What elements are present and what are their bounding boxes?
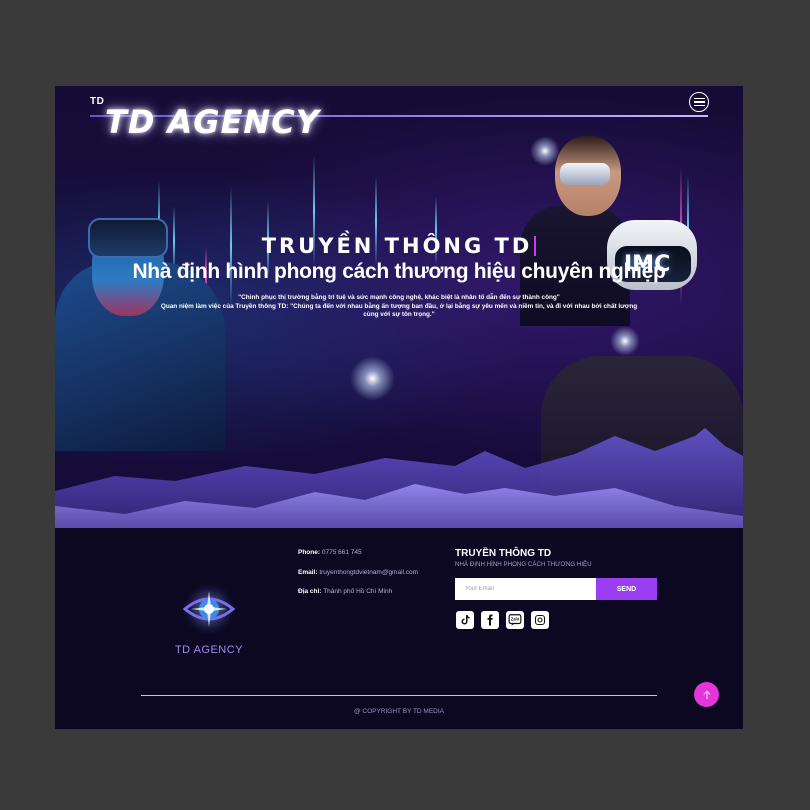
email-label: Email: (298, 569, 318, 576)
footer-divider (141, 695, 657, 696)
footer-brand-tagline: NHÀ ĐỊNH HÌNH PHONG CÁCH THƯƠNG HIỆU (455, 561, 592, 568)
light-flare (530, 136, 560, 166)
instagram-icon[interactable] (531, 611, 549, 629)
hero-quote: cùng với sự tôn trọng." (363, 311, 435, 318)
arrow-up-icon (703, 690, 710, 699)
light-flare (350, 356, 395, 401)
copyright-text: @ COPYRIGHT BY TD MEDIA (353, 708, 445, 715)
light-flare (610, 326, 640, 356)
zalo-icon[interactable]: Zalo (506, 611, 524, 629)
mountain-waves (55, 428, 743, 556)
newsletter-email-input[interactable] (455, 578, 596, 600)
menu-bar (693, 97, 705, 100)
footer-brand-title: TRUYỀN THÔNG TD (455, 548, 552, 559)
tiktok-glyph (461, 615, 470, 625)
email-value[interactable]: truyenthongtdvietnam@gmail.com (319, 569, 418, 576)
contact-address: Địa chỉ: Thành phố Hồ Chí Minh (298, 588, 392, 595)
hamburger-menu-icon[interactable] (689, 92, 709, 112)
eye-logo-icon (182, 583, 236, 635)
ar-visor (560, 163, 610, 185)
typing-cursor (534, 236, 537, 256)
hero-subtitle: Nhà định hình phong cách thương hiệu chu… (132, 260, 666, 283)
tiktok-icon[interactable] (456, 611, 474, 629)
facebook-icon[interactable] (481, 611, 499, 629)
send-button[interactable]: SEND (596, 578, 657, 600)
small-logo[interactable]: TD (90, 96, 104, 107)
hero-section: IMC TRUYỀN THÔNG TD Nhà định hình phong … (55, 86, 743, 556)
contact-phone: Phone: 0775 661 745 (298, 549, 362, 556)
contact-email: Email: truyenthongtdvietnam@gmail.com (298, 569, 418, 576)
instagram-glyph (534, 614, 546, 626)
zalo-glyph: Zalo (508, 614, 522, 626)
agency-wordmark[interactable]: TD AGENCY (105, 103, 320, 141)
menu-bar (693, 101, 705, 103)
page-frame: IMC TRUYỀN THÔNG TD Nhà định hình phong … (55, 86, 743, 729)
zalo-label: Zalo (511, 617, 520, 622)
hero-quote: Quan niệm làm việc của Truyền thông TD: … (160, 303, 638, 310)
address-value: Thành phố Hồ Chí Minh (323, 588, 393, 595)
phone-value[interactable]: 0775 661 745 (322, 549, 362, 556)
facebook-glyph (487, 614, 493, 626)
scroll-to-top-button[interactable] (694, 682, 719, 707)
address-label: Địa chỉ: (298, 588, 322, 595)
footer-logo-text: TD AGENCY (174, 644, 244, 656)
hero-title: TRUYỀN THÔNG TD (55, 234, 743, 258)
menu-bar (693, 104, 705, 107)
hero-quote: "Chinh phục thị trường bằng trí tuệ và s… (238, 294, 560, 301)
phone-label: Phone: (298, 549, 321, 556)
